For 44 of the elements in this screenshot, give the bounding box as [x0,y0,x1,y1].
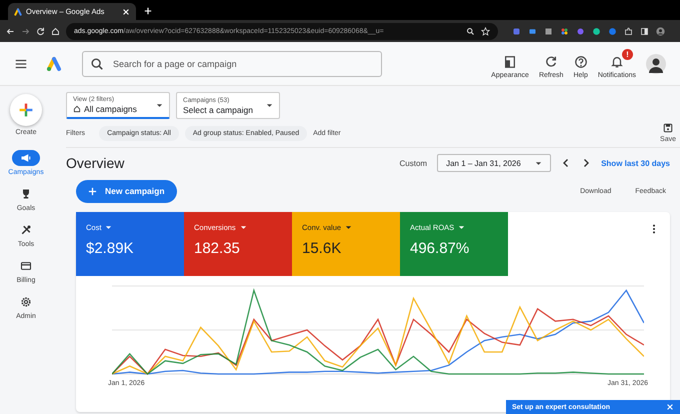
bell-icon [610,54,624,68]
search-icon [90,56,104,70]
plus-icon [88,186,97,196]
page-title: Overview [66,155,124,171]
appearance-icon [503,54,518,68]
ads-logo-icon[interactable] [46,56,62,72]
gear-icon [20,296,32,308]
caret-icon [240,224,247,231]
new-campaign-button[interactable]: New campaign [76,180,177,202]
search-field[interactable]: Search for a page or campaign [82,50,382,76]
star-icon[interactable] [481,26,490,36]
caret-icon [345,224,352,231]
plus-icon [18,102,34,118]
home-icon [73,105,81,113]
close-icon[interactable] [122,8,130,16]
help-icon [574,54,588,68]
refresh-icon [544,54,558,68]
notification-badge: ! [622,48,633,60]
range-label: Custom [400,158,428,168]
reload-icon[interactable] [36,26,45,36]
megaphone-icon [20,152,32,164]
caret-icon [105,224,112,231]
trophy-icon [20,188,32,200]
more-icon[interactable] [652,224,656,234]
new-tab-icon[interactable] [144,7,152,15]
avatar-icon[interactable] [646,54,666,74]
sidebar-icon[interactable] [640,26,649,36]
show-last-30-days-link[interactable]: Show last 30 days [601,158,670,168]
ads-logo-icon [14,8,22,16]
caret-icon [156,102,163,108]
date-range-dropdown[interactable]: Jan 1 – Jan 31, 2026 [437,154,552,172]
caret-icon [458,224,466,231]
zoom-icon[interactable] [466,26,475,36]
card-icon [20,260,32,272]
caret-icon [266,102,273,109]
back-icon[interactable] [6,26,15,36]
next-icon[interactable] [581,158,592,168]
tools-icon [20,224,32,236]
create-button[interactable] [10,94,42,126]
puzzle-icon[interactable] [624,26,633,36]
caret-icon [535,160,542,166]
forward-icon[interactable] [21,26,30,36]
home-icon[interactable] [51,26,60,36]
save-icon[interactable] [663,123,674,133]
